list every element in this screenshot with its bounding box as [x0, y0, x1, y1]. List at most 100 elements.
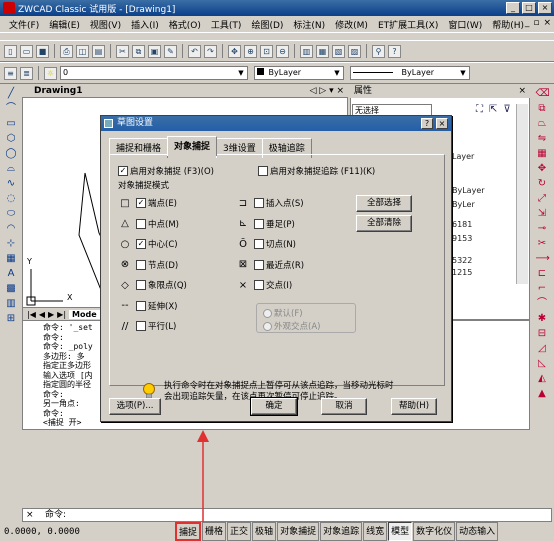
draw-tool-icon-1[interactable]: ⌒: [5, 103, 18, 115]
draw-tool-icon-8[interactable]: ⬭: [5, 208, 18, 220]
draw-tool-icon-11[interactable]: ▦: [5, 253, 18, 265]
osnap-mode-row[interactable]: △ 中点(M): [118, 218, 179, 230]
ok-button[interactable]: 确定: [250, 397, 298, 416]
draw-tool-icon-9[interactable]: ◠: [5, 223, 18, 235]
osnap-mode-row[interactable]: ⊗ 节点(D): [118, 259, 178, 271]
save-icon[interactable]: ■: [36, 44, 49, 58]
modify-tool-icon-6[interactable]: ↻: [536, 178, 549, 190]
paste-icon[interactable]: ▣: [148, 44, 161, 58]
osnap-mode-row[interactable]: ◇ 象限点(Q): [118, 279, 187, 292]
status-button-9[interactable]: 动态输入: [456, 522, 499, 541]
match-prop-icon[interactable]: ✎: [164, 44, 177, 58]
draw-tool-icon-4[interactable]: ◯: [5, 148, 18, 160]
modify-tool-icon-0[interactable]: ⌫: [536, 88, 550, 100]
mdi-minimize-icon[interactable]: _: [525, 18, 530, 28]
menu-item-1[interactable]: 编辑(E): [44, 18, 85, 31]
menu-item-6[interactable]: 绘图(D): [246, 18, 288, 31]
copy-icon[interactable]: ⧉: [132, 44, 145, 58]
radio-default[interactable]: [263, 308, 272, 318]
help-button[interactable]: 帮助(H): [391, 398, 437, 415]
draw-tool-icon-15[interactable]: ⊞: [5, 313, 18, 325]
quick-select-icon[interactable]: ⛶: [476, 104, 483, 115]
publish-icon[interactable]: ▤: [92, 44, 105, 58]
select-objects-icon[interactable]: ⇱: [489, 104, 497, 115]
menu-item-4[interactable]: 格式(O): [164, 18, 206, 31]
drawing-tab-controls[interactable]: ◁ ▷ ▾ ×: [310, 86, 344, 96]
menu-item-0[interactable]: 文件(F): [4, 18, 44, 31]
modify-tool-icon-11[interactable]: ⟶: [536, 253, 550, 265]
tab-nav-first-icon[interactable]: |◀: [27, 310, 36, 319]
undo-icon[interactable]: ↶: [188, 44, 201, 58]
osnap-mode-row[interactable]: ○ ✓ 中心(C): [118, 238, 178, 251]
dialog-help-icon[interactable]: ?: [421, 118, 433, 129]
draw-tool-icon-10[interactable]: ⊹: [5, 238, 18, 250]
osnap-mode-checkbox[interactable]: [254, 280, 264, 290]
menu-item-8[interactable]: 修改(M): [330, 18, 373, 31]
enable-track-checkbox[interactable]: [258, 166, 268, 176]
osnap-mode-row[interactable]: × 交点(I): [236, 279, 292, 292]
draw-tool-icon-5[interactable]: ⌓: [5, 163, 18, 175]
enable-track-row[interactable]: 启用对象捕捉追踪 (F11)(K): [258, 165, 375, 177]
close-button[interactable]: ×: [538, 2, 552, 14]
status-button-5[interactable]: 对象追踪: [320, 522, 363, 541]
help-icon[interactable]: ?: [388, 44, 401, 58]
pickadd-icon[interactable]: ⊽: [503, 104, 510, 115]
preview-icon[interactable]: ◫: [76, 44, 89, 58]
modify-tool-icon-3[interactable]: ⇋: [536, 133, 549, 145]
properties-icon[interactable]: ▥: [300, 44, 313, 58]
modify-tool-icon-7[interactable]: ⤢: [536, 193, 549, 205]
modify-tool-icon-8[interactable]: ⇲: [536, 208, 549, 220]
enable-osnap-row[interactable]: ✓ 启用对象捕捉 (F3)(O): [118, 165, 214, 177]
menu-item-3[interactable]: 插入(I): [126, 18, 164, 31]
cancel-button[interactable]: 取消: [321, 398, 367, 415]
select-all-button[interactable]: 全部选择: [356, 195, 412, 212]
modify-tool-icon-19[interactable]: ◭: [536, 373, 549, 385]
maximize-button[interactable]: □: [522, 2, 536, 14]
modify-tool-icon-4[interactable]: ▦: [536, 148, 549, 160]
osnap-mode-checkbox[interactable]: [136, 321, 146, 331]
radio-apparent[interactable]: [263, 321, 272, 331]
draw-tool-icon-7[interactable]: ◌: [5, 193, 18, 205]
draw-tool-icon-0[interactable]: ╱: [5, 88, 18, 100]
osnap-mode-checkbox[interactable]: [136, 280, 146, 290]
command-line[interactable]: 命令:: [22, 508, 552, 522]
osnap-mode-checkbox[interactable]: [254, 239, 264, 249]
modify-tool-icon-14[interactable]: ⌒: [536, 298, 549, 310]
osnap-mode-checkbox[interactable]: ✓: [136, 239, 146, 249]
tab-nav-last-icon[interactable]: ▶|: [57, 310, 66, 319]
draw-tool-icon-3[interactable]: ⬡: [5, 133, 18, 145]
menu-item-11[interactable]: 帮助(H): [487, 18, 529, 31]
tool-palette-icon[interactable]: ▧: [332, 44, 345, 58]
modify-tool-icon-1[interactable]: ⧉: [536, 103, 549, 115]
print-icon[interactable]: ⎙: [60, 44, 73, 58]
properties-scrollbar[interactable]: [516, 104, 528, 284]
status-button-1[interactable]: 栅格: [202, 522, 227, 541]
osnap-mode-row[interactable]: ⊠ 最近点(R): [236, 259, 304, 271]
mdi-restore-icon[interactable]: ▫: [533, 18, 539, 28]
tab-nav-prev-icon[interactable]: ◀: [39, 310, 45, 319]
command-close-icon[interactable]: ×: [26, 510, 34, 520]
draw-tool-icon-14[interactable]: ▥: [5, 298, 18, 310]
osnap-mode-row[interactable]: □ ✓ 端点(E): [118, 197, 177, 210]
search-icon[interactable]: ⚲: [372, 44, 385, 58]
modify-tool-icon-18[interactable]: ◺: [536, 358, 549, 370]
layer-combo[interactable]: 0 ▼: [60, 66, 248, 80]
dialog-close-icon[interactable]: ×: [436, 118, 448, 129]
radio-apparent-row[interactable]: 外观交点(A): [263, 320, 320, 332]
modify-tool-icon-5[interactable]: ✥: [536, 163, 549, 175]
modify-tool-icon-12[interactable]: ⊏: [536, 268, 549, 280]
draw-tool-icon-12[interactable]: A: [5, 268, 18, 280]
radio-default-row[interactable]: 默认(F): [263, 307, 303, 319]
sheet-icon[interactable]: ▨: [348, 44, 361, 58]
properties-close-icon[interactable]: ×: [518, 84, 526, 98]
status-button-6[interactable]: 线宽: [363, 522, 388, 541]
clear-all-button[interactable]: 全部清除: [356, 215, 412, 232]
menu-item-5[interactable]: 工具(T): [206, 18, 247, 31]
osnap-mode-row[interactable]: -- 延伸(X): [118, 300, 177, 312]
tab-nav-next-icon[interactable]: ▶: [48, 310, 54, 319]
osnap-mode-row[interactable]: ⊾ 垂足(P): [236, 218, 295, 230]
osnap-mode-checkbox[interactable]: [136, 300, 146, 311]
draw-tool-icon-13[interactable]: ▩: [5, 283, 18, 295]
options-button[interactable]: 选项(P)...: [109, 398, 161, 415]
linetype-combo[interactable]: ByLayer ▼: [350, 66, 470, 80]
